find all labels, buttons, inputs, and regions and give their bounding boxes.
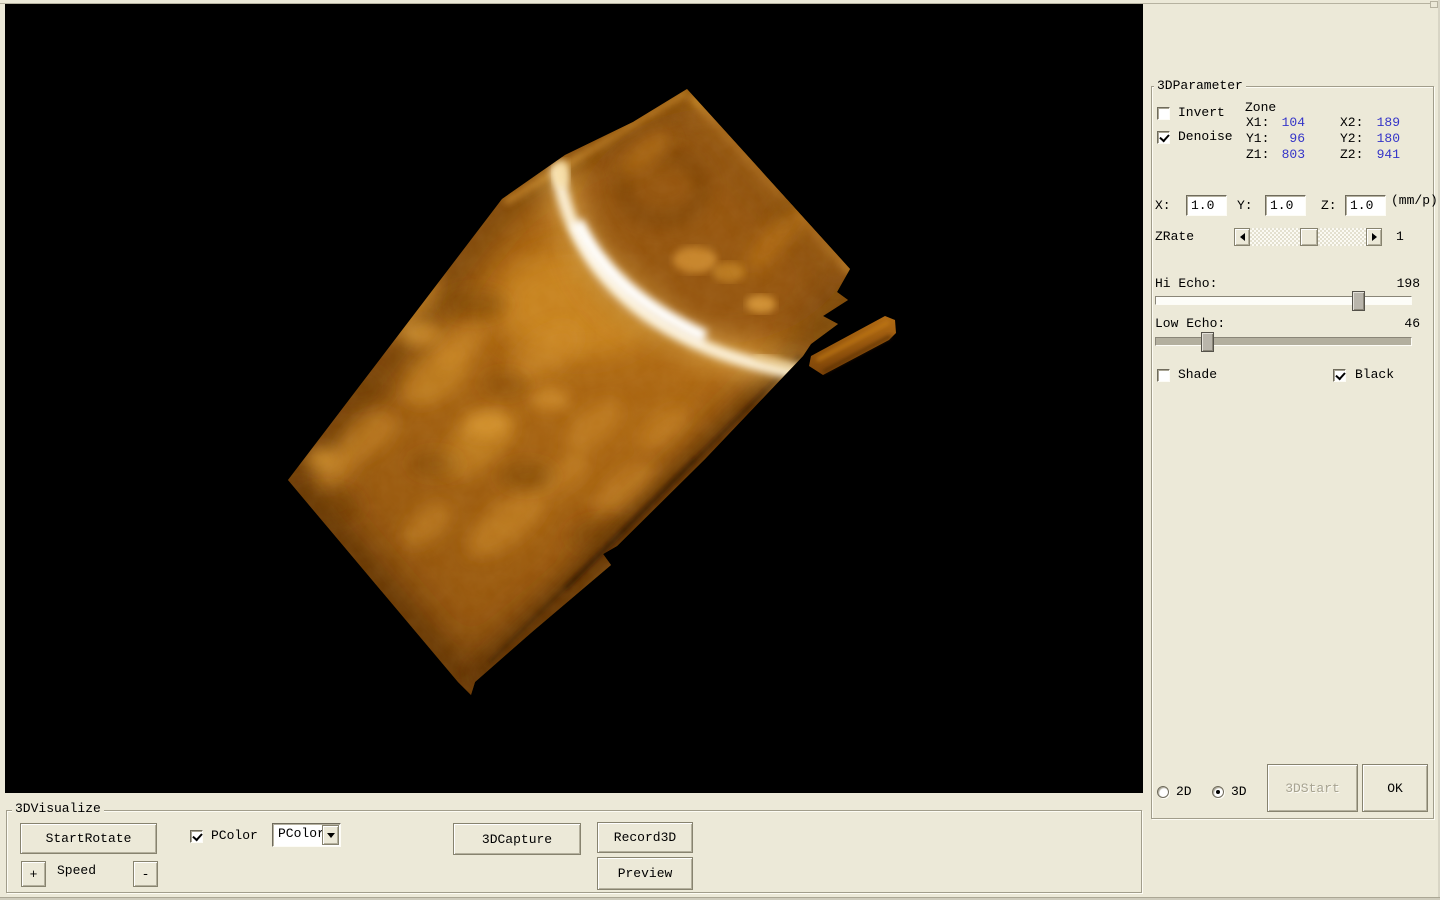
denoise-label: Denoise [1178,130,1233,144]
zone-z1-value: 803 [1261,148,1305,162]
scale-z-label: Z: [1321,199,1337,213]
hi-echo-label: Hi Echo: [1155,277,1217,291]
chevron-down-icon [327,833,335,842]
start3d-button[interactable]: 3DStart [1267,764,1358,812]
zrate-right-button[interactable] [1366,228,1382,246]
low-echo-thumb[interactable] [1201,332,1214,352]
scale-x-input[interactable] [1186,195,1227,216]
hi-echo-thumb[interactable] [1352,291,1365,311]
parameter-group-title: 3DParameter [1154,79,1246,93]
low-echo-track[interactable] [1155,337,1412,346]
zone-title: Zone [1245,101,1276,115]
zrate-label: ZRate [1155,230,1194,244]
zone-x2-value: 189 [1356,116,1400,130]
zrate-scrollbar[interactable] [1234,228,1382,246]
ultrasound-3d-render [5,4,1143,793]
record-button[interactable]: Record3D [597,822,693,853]
scale-z-input[interactable] [1345,195,1386,216]
pcolor-label: PColor [211,829,258,843]
arrow-right-icon [1372,233,1381,241]
zrate-value: 1 [1396,230,1404,244]
invert-checkbox[interactable] [1157,107,1170,120]
check-icon [1335,370,1345,381]
zone-z2-value: 941 [1356,148,1400,162]
low-echo-slider[interactable] [1155,332,1412,352]
arrow-left-icon [1236,233,1245,241]
radio-dot-icon [1216,790,1220,794]
zone-y2-value: 180 [1356,132,1400,146]
render-viewport[interactable] [5,4,1143,793]
black-checkbox[interactable] [1333,369,1346,382]
zrate-track[interactable] [1250,228,1366,246]
mode-3d-label: 3D [1231,785,1247,799]
hi-echo-track[interactable] [1155,296,1412,305]
check-icon [1159,132,1169,143]
check-icon [192,831,202,842]
pcolor-checkbox[interactable] [190,830,203,843]
speed-label: Speed [57,864,96,878]
mode-3d-radio[interactable] [1212,786,1224,798]
black-label: Black [1355,368,1394,382]
shade-label: Shade [1178,368,1217,382]
hi-echo-value: 198 [1372,277,1420,291]
pcolor-dropdown-value: PColor [278,827,325,841]
scale-y-label: Y: [1237,199,1253,213]
scale-x-label: X: [1155,199,1171,213]
parameter-panel: 3DParameter Invert Denoise Zone X1: 104 … [1146,0,1440,900]
low-echo-label: Low Echo: [1155,317,1225,331]
scale-unit-label: (mm/p) [1391,194,1438,208]
start-rotate-button[interactable]: StartRotate [20,823,157,854]
low-echo-value: 46 [1372,317,1420,331]
preview-button[interactable]: Preview [597,857,693,890]
denoise-checkbox[interactable] [1157,131,1170,144]
speed-minus-button[interactable]: - [133,861,158,887]
pcolor-dropdown-button[interactable] [322,825,339,845]
invert-label: Invert [1178,106,1225,120]
zrate-thumb[interactable] [1300,228,1318,246]
hi-echo-slider[interactable] [1155,291,1412,311]
speed-plus-button[interactable]: + [21,861,46,887]
mode-2d-label: 2D [1176,785,1192,799]
zone-x1-value: 104 [1261,116,1305,130]
visualize-group-title: 3DVisualize [12,802,104,816]
scale-y-input[interactable] [1265,195,1306,216]
shade-checkbox[interactable] [1157,369,1170,382]
zone-y1-value: 96 [1261,132,1305,146]
capture-button[interactable]: 3DCapture [453,823,581,855]
zrate-left-button[interactable] [1234,228,1250,246]
mode-2d-radio[interactable] [1157,786,1169,798]
ok-button[interactable]: OK [1362,764,1428,812]
pcolor-dropdown[interactable]: PColor [272,823,341,847]
